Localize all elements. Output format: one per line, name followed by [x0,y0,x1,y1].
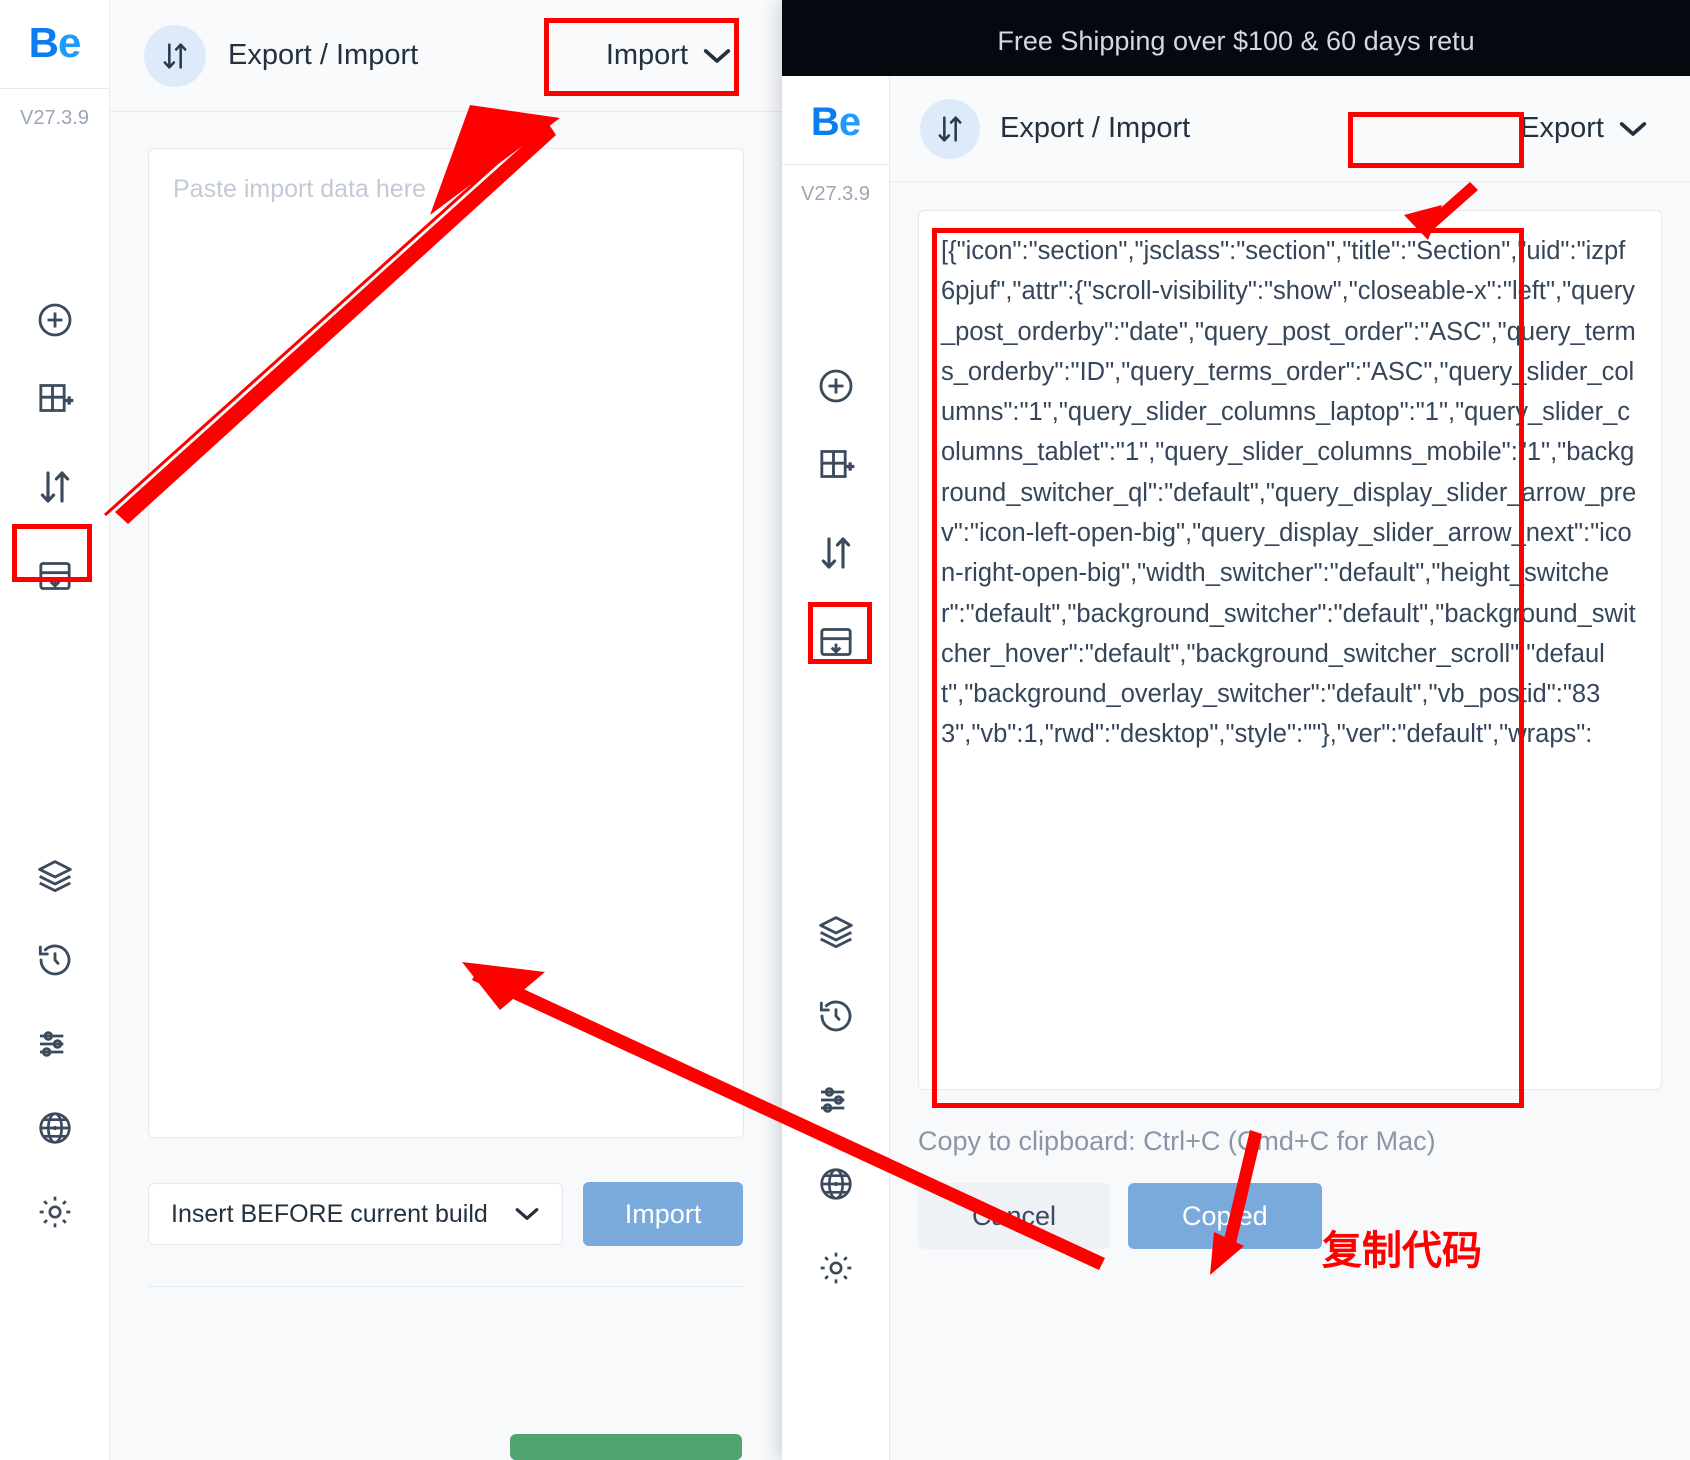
right-builder-panel: Be V27.3.9 Export / Import Export [{"ico… [782,76,1690,1460]
page-title: Export / Import [1000,112,1191,144]
version-label: V27.3.9 [801,183,870,205]
left-sidebar-rail: Be V27.3.9 [0,0,110,1460]
left-panel-body: Paste import data here Insert BEFORE cur… [110,112,782,1460]
add-section-icon[interactable] [816,444,856,484]
import-controls-row: Insert BEFORE current build Import [148,1182,744,1246]
chinese-annotation-caption: 复制代码 [1322,1229,1482,1273]
left-panel-content: Export / Import Import Paste import data… [110,0,782,1460]
history-icon[interactable] [35,940,75,980]
chevron-down-icon [514,1206,540,1222]
chevron-down-icon [1618,120,1648,138]
templates-icon[interactable] [35,556,75,596]
screenshot-root: Be V27.3.9 Export / Import Import Paste … [0,0,1690,1460]
chevron-down-icon [702,47,732,65]
insert-position-select[interactable]: Insert BEFORE current build [148,1183,563,1245]
import-export-icon[interactable] [801,522,871,584]
settings-sliders-icon[interactable] [816,1080,856,1120]
layers-icon[interactable] [816,912,856,952]
import-export-icon[interactable] [20,456,90,518]
globe-icon[interactable] [35,1108,75,1148]
left-builder-panel: Be V27.3.9 Export / Import Import Paste … [0,0,782,1460]
export-buttons-row: Cancel Copied [918,1183,1662,1249]
import-export-icon [920,98,980,159]
import-mode-label: Import [605,39,688,71]
export-mode-select[interactable]: Export [1500,100,1668,157]
import-textarea[interactable]: Paste import data here [148,148,744,1138]
be-logo: Be [810,100,861,144]
rail-icon-group-top [782,366,889,662]
add-element-icon[interactable] [35,300,75,340]
be-logo: Be [28,19,82,66]
right-panel-header: Export / Import Export [890,76,1690,182]
left-panel-header: Export / Import Import [110,0,782,112]
copied-button[interactable]: Copied [1128,1183,1322,1249]
add-element-icon[interactable] [816,366,856,406]
templates-icon[interactable] [816,622,856,662]
history-icon[interactable] [816,996,856,1036]
import-mode-select[interactable]: Import [584,27,754,84]
gear-icon[interactable] [35,1192,75,1232]
gear-icon[interactable] [816,1248,856,1288]
left-panel-footer [148,1286,744,1460]
export-textarea[interactable]: [{"icon":"section","jsclass":"section","… [918,210,1662,1090]
cancel-button[interactable]: Cancel [918,1183,1111,1249]
page-title: Export / Import [228,39,419,71]
layers-icon[interactable] [35,856,75,896]
right-sidebar-rail: Be V27.3.9 [782,76,890,1460]
rail-icon-group-bottom [782,912,889,1288]
copy-hint-text: Copy to clipboard: Ctrl+C (Cmd+C for Mac… [918,1126,1436,1156]
rail-icon-group-bottom [0,856,109,1232]
import-export-icon [144,24,206,87]
version-label: V27.3.9 [20,107,89,129]
globe-icon[interactable] [816,1164,856,1204]
promo-bar: Free Shipping over $100 & 60 days retu [782,0,1690,82]
settings-sliders-icon[interactable] [35,1024,75,1064]
import-button[interactable]: Import [582,1182,744,1246]
right-panel-body: [{"icon":"section","jsclass":"section","… [890,182,1690,1460]
export-mode-label: Export [1520,112,1604,144]
add-section-icon[interactable] [35,378,75,418]
insert-position-label: Insert BEFORE current build [171,1199,488,1228]
rail-icon-group-top [0,300,109,596]
footer-green-button[interactable] [510,1434,742,1460]
right-panel-content: Export / Import Export [{"icon":"section… [890,76,1690,1460]
